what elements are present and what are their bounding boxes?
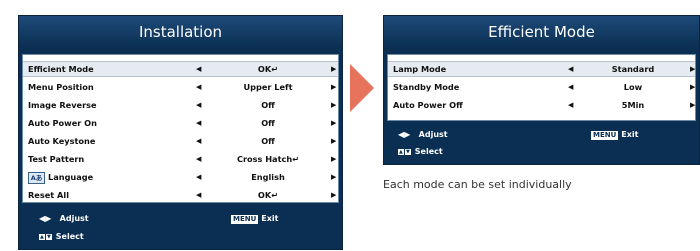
menu-row-label: Auto Keystone <box>28 136 96 146</box>
menu-row-label: Efficient Mode <box>28 64 94 74</box>
language-icon: Aあ <box>28 171 45 184</box>
arrow-left-icon[interactable]: ◀ <box>196 79 201 95</box>
exit-hint: MENU Exit <box>591 130 639 140</box>
menu-row-value: 5Min <box>621 100 645 110</box>
menu-row-label: Image Reverse <box>28 100 97 110</box>
enter-icon: ↵ <box>271 190 279 200</box>
arrow-left-icon[interactable]: ◀ <box>196 115 201 131</box>
menu-key-icon: MENU <box>591 131 619 140</box>
arrow-left-icon[interactable]: ◀ <box>196 187 201 203</box>
menu-row-value: OK↵ <box>257 64 279 74</box>
arrow-right-icon[interactable]: ▶ <box>331 79 336 95</box>
menu-row-label-wrap: Aあ Language <box>28 169 93 185</box>
installation-footer: ◀▶ Adjust MENU Exit ▲ ▼ Select <box>19 206 342 251</box>
installation-title: Installation <box>138 23 223 41</box>
menu-row-value: Low <box>623 82 643 92</box>
menu-row-value: Upper Left <box>243 82 293 92</box>
menu-row-label: Lamp Mode <box>393 64 447 74</box>
arrow-left-icon[interactable]: ◀ <box>568 97 573 113</box>
left-right-arrows-icon: ◀▶ <box>398 130 411 139</box>
up-key-icon: ▲ <box>39 233 45 240</box>
menu-row-label: Menu Position <box>28 82 94 92</box>
menu-row-value: Cross Hatch↵ <box>236 154 300 164</box>
menu-row-lamp-mode[interactable]: Lamp Mode ◀ Standard ▶ <box>388 61 695 77</box>
menu-row-value: Standard <box>611 64 655 74</box>
menu-row-menu-position[interactable]: Menu Position ◀ Upper Left ▶ <box>23 79 338 95</box>
arrow-right-icon[interactable]: ▶ <box>331 151 336 167</box>
enter-icon: ↵ <box>271 64 279 74</box>
select-hint: ▲ ▼ Select <box>398 147 443 156</box>
efficient-mode-title-bar: Efficient Mode <box>384 16 699 48</box>
menu-row-test-pattern[interactable]: Test Pattern ◀ Cross Hatch↵ ▶ <box>23 151 338 167</box>
menu-row-auto-power-on[interactable]: Auto Power On ◀ Off ▶ <box>23 115 338 131</box>
menu-row-auto-keystone[interactable]: Auto Keystone ◀ Off ▶ <box>23 133 338 149</box>
menu-row-label: Language <box>48 172 94 182</box>
arrow-right-icon[interactable]: ▶ <box>690 62 695 76</box>
arrow-left-icon[interactable]: ◀ <box>196 62 201 76</box>
efficient-mode-panel: Lamp Mode ◀ Standard ▶ Standby Mode ◀ Lo… <box>387 54 696 121</box>
down-key-icon: ▼ <box>46 233 52 240</box>
exit-hint: MENU Exit <box>231 214 279 224</box>
menu-row-standby-mode[interactable]: Standby Mode ◀ Low ▶ <box>388 79 695 95</box>
arrow-right-icon[interactable]: ▶ <box>331 169 336 185</box>
left-right-arrows-icon: ◀▶ <box>39 214 52 223</box>
menu-row-value: Off <box>261 136 275 146</box>
enter-icon: ↵ <box>292 154 300 164</box>
arrow-left-icon[interactable]: ◀ <box>568 62 573 76</box>
up-key-icon: ▲ <box>398 148 404 155</box>
arrow-left-icon[interactable]: ◀ <box>196 97 201 113</box>
installation-menu: Installation Efficient Mode ◀ OK↵ ▶ Menu… <box>18 15 343 250</box>
menu-row-label: Auto Power On <box>28 118 97 128</box>
efficient-mode-footer: ◀▶ Adjust MENU Exit ▲ ▼ Select <box>384 124 699 166</box>
efficient-mode-title: Efficient Mode <box>488 23 595 41</box>
arrow-left-icon[interactable]: ◀ <box>196 133 201 149</box>
adjust-hint: ◀▶ Adjust <box>39 214 89 223</box>
arrow-right-icon[interactable]: ▶ <box>690 97 695 113</box>
arrow-left-icon[interactable]: ◀ <box>196 151 201 167</box>
menu-row-language[interactable]: Aあ Language ◀ English ▶ <box>23 169 338 185</box>
menu-row-label: Standby Mode <box>393 82 460 92</box>
menu-row-value: Off <box>261 100 275 110</box>
installation-panel: Efficient Mode ◀ OK↵ ▶ Menu Position ◀ U… <box>22 54 339 203</box>
menu-row-value: Off <box>261 118 275 128</box>
adjust-hint: ◀▶ Adjust <box>398 130 448 139</box>
select-hint: ▲ ▼ Select <box>39 232 84 241</box>
arrow-left-icon[interactable]: ◀ <box>196 169 201 185</box>
installation-title-bar: Installation <box>19 16 342 48</box>
caption-text: Each mode can be set individually <box>383 178 572 191</box>
arrow-right-icon[interactable]: ▶ <box>331 133 336 149</box>
pointer-arrow-icon <box>350 64 374 112</box>
menu-row-efficient-mode[interactable]: Efficient Mode ◀ OK↵ ▶ <box>23 61 338 77</box>
menu-key-icon: MENU <box>231 215 259 224</box>
arrow-right-icon[interactable]: ▶ <box>331 62 336 76</box>
menu-row-value: OK↵ <box>257 190 279 200</box>
menu-row-image-reverse[interactable]: Image Reverse ◀ Off ▶ <box>23 97 338 113</box>
menu-row-reset-all[interactable]: Reset All ◀ OK↵ ▶ <box>23 187 338 203</box>
arrow-left-icon[interactable]: ◀ <box>568 79 573 95</box>
menu-row-label: Auto Power Off <box>393 100 463 110</box>
arrow-right-icon[interactable]: ▶ <box>690 79 695 95</box>
arrow-right-icon[interactable]: ▶ <box>331 97 336 113</box>
menu-row-label: Reset All <box>28 190 69 200</box>
down-key-icon: ▼ <box>405 148 411 155</box>
arrow-right-icon[interactable]: ▶ <box>331 187 336 203</box>
menu-row-label: Test Pattern <box>28 154 85 164</box>
efficient-mode-menu: Efficient Mode Lamp Mode ◀ Standard ▶ St… <box>383 15 700 165</box>
menu-row-value: English <box>251 172 285 182</box>
arrow-right-icon[interactable]: ▶ <box>331 115 336 131</box>
menu-row-auto-power-off[interactable]: Auto Power Off ◀ 5Min ▶ <box>388 97 695 113</box>
